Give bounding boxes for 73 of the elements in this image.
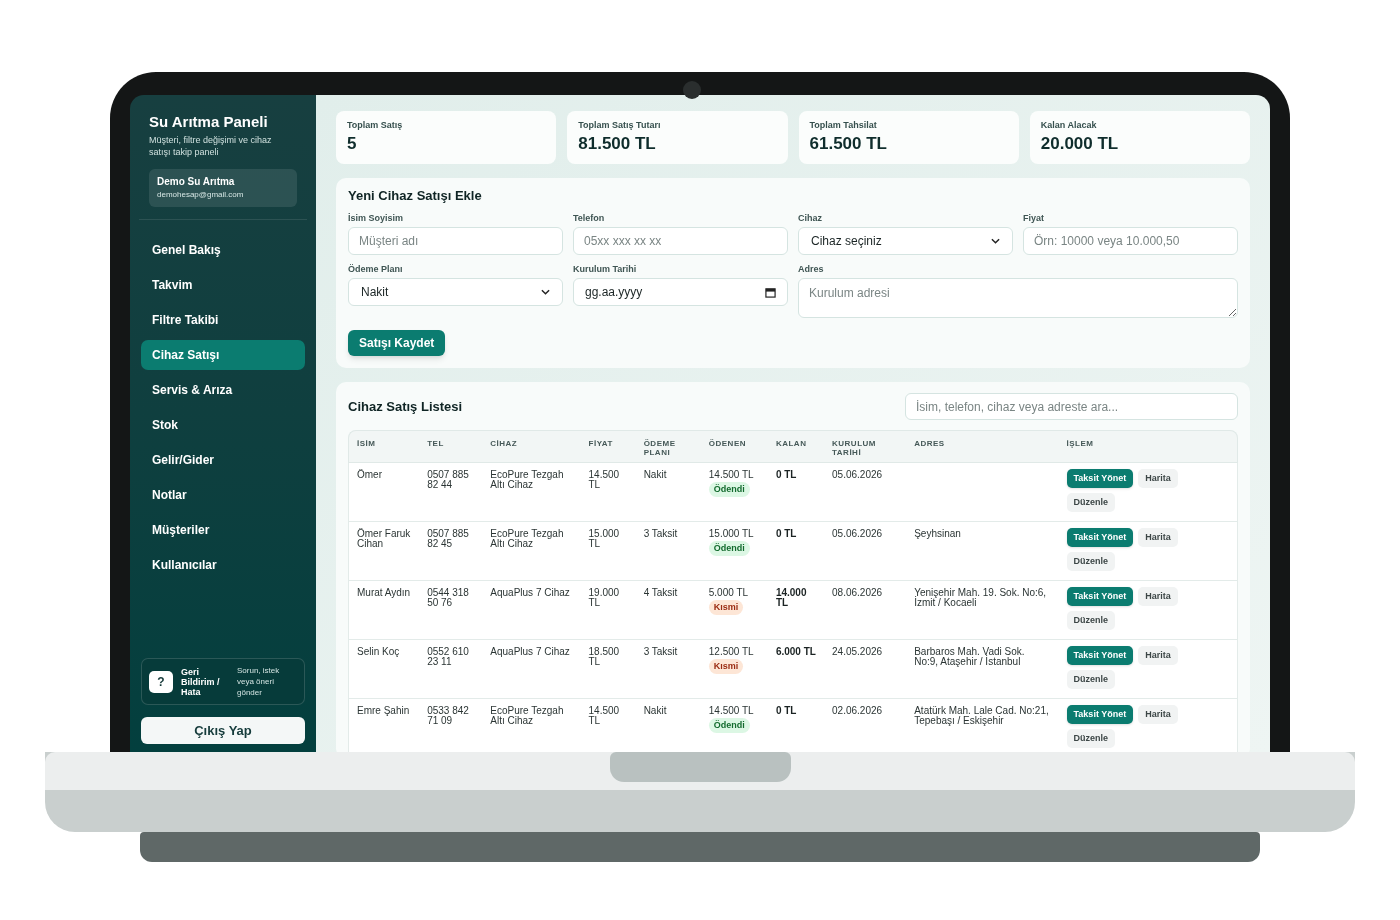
calendar-icon [765, 286, 776, 298]
status-badge: Ödendi [708, 718, 750, 733]
edit-button[interactable]: Düzenle [1066, 493, 1116, 512]
map-button[interactable]: Harita [1138, 528, 1178, 547]
edit-button[interactable]: Düzenle [1066, 670, 1116, 689]
sidebar-item[interactable]: Servis & Arıza [141, 375, 305, 405]
sidebar-item[interactable]: Müşteriler [141, 515, 305, 545]
select-field[interactable]: Cihaz seçiniz [798, 227, 1013, 255]
sidebar-item[interactable]: Kullanıcılar [141, 550, 305, 580]
feedback-title: Geri Bildirim / Hata [181, 666, 221, 697]
status-badge: Ödendi [708, 541, 750, 556]
chevron-icon [541, 289, 550, 295]
map-button[interactable]: Harita [1138, 705, 1178, 724]
stat-value: 61.500 TL [809, 133, 888, 155]
installments-button[interactable]: Taksit Yönet [1066, 587, 1134, 606]
form-title: Yeni Cihaz Satışı Ekle [348, 188, 483, 204]
stat-value: 5 [347, 133, 358, 155]
stat-value: 81.500 TL [578, 133, 657, 155]
edit-button[interactable]: Düzenle [1066, 729, 1116, 748]
logout-button[interactable]: Çıkış Yap [141, 717, 305, 744]
status-badge: Ödendi [708, 482, 750, 497]
field-label: Fiyat [1023, 212, 1045, 224]
field-label: Cihaz [798, 212, 823, 224]
edit-button[interactable]: Düzenle [1066, 611, 1116, 630]
stat-label: Toplam Tahsilat [809, 120, 878, 131]
account-name: Demo Su Arıtma [157, 175, 236, 188]
list-title: Cihaz Satış Listesi [348, 397, 463, 416]
help-icon: ? [149, 670, 173, 693]
installments-button[interactable]: Taksit Yönet [1066, 705, 1134, 724]
map-button[interactable]: Harita [1138, 646, 1178, 665]
input-field[interactable]: 05xx xxx xx xx [573, 227, 788, 255]
sidebar-item[interactable]: Gelir/Gider [141, 445, 305, 475]
date-field[interactable]: gg.aa.yyyy [573, 278, 788, 306]
field-label: Kurulum Tarihi [573, 263, 638, 275]
field-label: İsim Soyisim [348, 212, 405, 224]
sidebar-item[interactable]: Genel Bakış [141, 235, 305, 265]
chevron-icon [991, 238, 1000, 244]
edit-button[interactable]: Düzenle [1066, 552, 1116, 571]
table-cell-text: 14.500 TL [708, 470, 755, 480]
status-badge: Kısmi [708, 600, 744, 615]
sidebar-item[interactable]: Notlar [141, 480, 305, 510]
select-field[interactable]: Nakit [348, 278, 563, 306]
table-cell-text: 15.000 TL [708, 529, 755, 539]
save-button[interactable]: Satışı Kaydet [348, 330, 446, 356]
map-button[interactable]: Harita [1138, 587, 1178, 606]
sidebar-item[interactable]: Filtre Takibi [141, 305, 305, 335]
panel-subtitle: Müşteri, filtre değişimi ve cihaz satışı takip paneli [149, 134, 273, 158]
feedback-text: Sorun, istek veya öneri gönder [237, 665, 281, 698]
installments-button[interactable]: Taksit Yönet [1066, 469, 1134, 488]
field-label: Telefon [573, 212, 606, 224]
search-field[interactable]: İsim, telefon, cihaz veya adreste ara... [905, 393, 1238, 420]
installments-button[interactable]: Taksit Yönet [1066, 528, 1134, 547]
status-badge: Kısmi [708, 659, 744, 674]
input-field[interactable]: Müşteri adı [348, 227, 563, 255]
stat-label: Toplam Satış [347, 120, 404, 131]
input-field[interactable]: Örn: 10000 veya 10.000,50 [1023, 227, 1238, 255]
panel-title: Su Arıtma Paneli [149, 113, 269, 131]
table-cell-text: 5.000 TL [708, 588, 750, 598]
stat-label: Toplam Satış Tutarı [578, 120, 662, 131]
sidebar-item[interactable]: Stok [141, 410, 305, 440]
feedback-card[interactable]: ? Geri Bildirim / Hata Sorun, istek veya öneri gönder [141, 658, 305, 705]
installments-button[interactable]: Taksit Yönet [1066, 646, 1134, 665]
account-email: demohesap@gmail.com [157, 189, 245, 201]
map-button[interactable]: Harita [1138, 469, 1178, 488]
address-field[interactable]: Kurulum adresi [798, 278, 1238, 318]
table-cell-text: 14.500 TL [708, 706, 755, 716]
field-label: Adres [798, 263, 825, 275]
sidebar-item[interactable]: Takvim [141, 270, 305, 300]
table-cell-text: 12.500 TL [708, 647, 755, 657]
field-label: Ödeme Planı [348, 263, 404, 275]
stat-value: 20.000 TL [1040, 133, 1120, 155]
stat-label: Kalan Alacak [1040, 120, 1098, 131]
sidebar-item[interactable]: Cihaz Satışı [141, 340, 305, 370]
